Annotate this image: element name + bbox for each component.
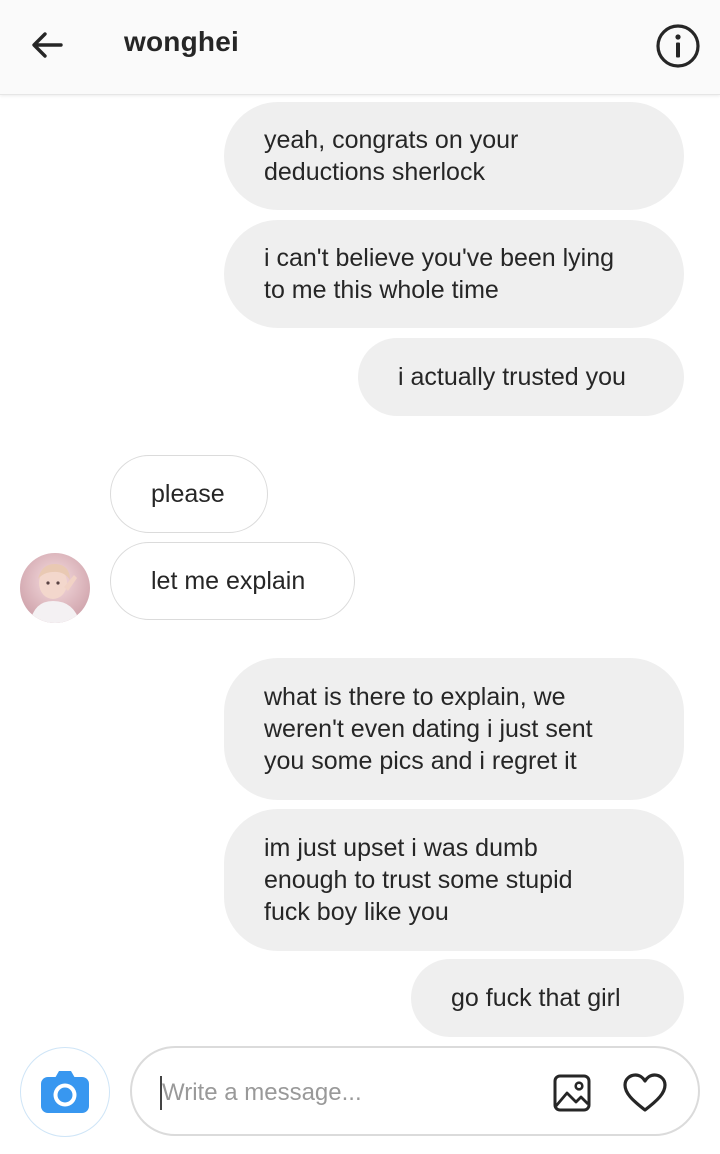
message-composer bbox=[130, 1046, 700, 1136]
message-bubble-outgoing[interactable]: i can't believe you've been lying to me … bbox=[224, 220, 684, 328]
text-cursor bbox=[160, 1076, 162, 1110]
heart-icon bbox=[623, 1073, 667, 1112]
message-text: im just upset i was dumb enough to trust… bbox=[264, 834, 573, 926]
avatar[interactable] bbox=[20, 553, 90, 623]
message-bubble-outgoing[interactable]: i actually trusted you bbox=[358, 338, 684, 416]
camera-icon bbox=[41, 1071, 89, 1113]
message-text: what is there to explain, we weren't eve… bbox=[264, 683, 593, 775]
gallery-button[interactable] bbox=[550, 1071, 594, 1115]
image-gallery-icon bbox=[553, 1074, 591, 1112]
message-bubble-incoming[interactable]: please bbox=[110, 455, 268, 533]
message-bubble-incoming[interactable]: let me explain bbox=[110, 542, 355, 620]
like-button[interactable] bbox=[620, 1068, 670, 1118]
message-bubble-outgoing[interactable]: yeah, congrats on your deductions sherlo… bbox=[224, 102, 684, 210]
message-bubble-outgoing[interactable]: im just upset i was dumb enough to trust… bbox=[224, 809, 684, 951]
camera-button[interactable] bbox=[20, 1047, 110, 1137]
message-bubble-outgoing[interactable]: what is there to explain, we weren't eve… bbox=[224, 658, 684, 800]
message-text: i can't believe you've been lying to me … bbox=[264, 244, 615, 304]
message-input[interactable] bbox=[160, 1072, 524, 1114]
conversation-title[interactable]: wonghei bbox=[124, 26, 239, 58]
arrow-left-icon bbox=[32, 32, 63, 58]
message-text: please bbox=[151, 480, 225, 508]
conversation-header: wonghei bbox=[0, 0, 720, 95]
message-text: let me explain bbox=[151, 567, 306, 595]
message-text: i actually trusted you bbox=[398, 363, 626, 391]
message-bubble-outgoing[interactable]: go fuck that girl bbox=[411, 959, 684, 1037]
message-text: yeah, congrats on your deductions sherlo… bbox=[264, 126, 519, 186]
message-text: go fuck that girl bbox=[451, 984, 621, 1012]
avatar-photo bbox=[20, 553, 90, 623]
info-circle-icon bbox=[656, 24, 700, 68]
info-button[interactable] bbox=[652, 20, 704, 72]
back-button[interactable] bbox=[24, 22, 70, 68]
